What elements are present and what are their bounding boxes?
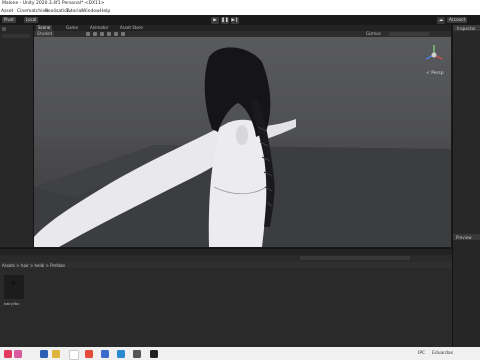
collab-button[interactable]: ☁	[437, 16, 445, 24]
pause-button[interactable]: ❚❚	[221, 16, 229, 24]
asset-preview-icon	[12, 281, 15, 285]
camera-icon[interactable]	[121, 32, 125, 36]
cloud-icon: ☁	[438, 17, 444, 23]
visibility-toggle-icon[interactable]	[114, 32, 118, 36]
unity-icon[interactable]	[150, 349, 158, 358]
os-taskbar: IPC Eduardas	[0, 347, 480, 360]
step-button[interactable]: ▶❙	[231, 16, 239, 24]
office-icon[interactable]	[85, 349, 93, 358]
scene-search-input[interactable]	[389, 32, 429, 36]
step-icon: ▶❙	[231, 17, 239, 23]
effects-toggle-icon[interactable]	[107, 32, 111, 36]
scene-viewport[interactable]: < Persp	[34, 37, 451, 247]
word-icon[interactable]	[101, 349, 109, 358]
asset-thumbnail[interactable]	[4, 275, 24, 299]
task-view-icon[interactable]	[40, 349, 48, 358]
menu-item-window[interactable]: Window	[82, 9, 100, 14]
pivot-label: Pivot	[4, 17, 14, 22]
menu-item-asset[interactable]: Asset	[1, 9, 13, 14]
project-panel: Assets > hair > heidi > Prefabs hairy.fb…	[0, 248, 452, 348]
breadcrumb-bar: Assets > hair > heidi > Prefabs	[0, 262, 452, 268]
lighting-toggle-icon[interactable]	[93, 32, 97, 36]
menu-bar: Asset Cinematchine Realisation Tutorial …	[0, 8, 480, 15]
menu-item-help[interactable]: Help	[100, 9, 110, 14]
account-dropdown[interactable]: Account	[447, 17, 468, 23]
menu-item-cinematchine[interactable]: Cinematchine	[17, 9, 48, 14]
window-title: Malone - Unity 2020.3.4f1 Personal* <DX1…	[2, 1, 105, 6]
project-tab-bar	[0, 249, 452, 255]
user-label: Eduardas	[432, 351, 454, 356]
preview-area	[453, 240, 480, 347]
window-titlebar: Malone - Unity 2020.3.4f1 Personal* <DX1…	[0, 0, 480, 8]
play-button[interactable]: ▶	[211, 16, 219, 24]
file-explorer-icon[interactable]	[52, 349, 60, 358]
hierarchy-search-input[interactable]	[2, 34, 30, 38]
edge-icon[interactable]	[117, 349, 125, 358]
local-toggle[interactable]: Local	[24, 17, 39, 23]
main-toolbar: Pivot Local ▶ ❚❚ ▶❙ ☁ Account	[0, 15, 480, 25]
browser-icon[interactable]	[69, 349, 79, 360]
start-icon[interactable]	[4, 349, 12, 358]
hierarchy-panel	[0, 25, 34, 247]
inspector-tab[interactable]: Inspector	[453, 25, 480, 31]
play-icon: ▶	[213, 17, 217, 23]
breadcrumb[interactable]: Assets > hair > heidi > Prefabs	[2, 263, 65, 268]
account-label: Account	[449, 17, 466, 22]
plus-icon[interactable]	[2, 27, 6, 31]
inspector-panel: Inspector Preview	[452, 25, 480, 347]
pivot-toggle[interactable]: Pivot	[2, 17, 16, 23]
locale-label: IPC	[418, 351, 426, 356]
local-label: Local	[26, 17, 37, 22]
project-search-input[interactable]	[300, 256, 410, 260]
2d-toggle-icon[interactable]	[86, 32, 90, 36]
inspector-tab-label: Inspector	[457, 25, 476, 31]
pause-icon: ❚❚	[221, 17, 229, 23]
audio-toggle-icon[interactable]	[100, 32, 104, 36]
app-icon-2[interactable]	[133, 349, 141, 358]
scene-gizmo	[425, 45, 443, 60]
asset-label: hairy.fbx	[4, 302, 19, 306]
preview-label: Preview	[456, 234, 472, 240]
app-icon-1[interactable]	[14, 349, 22, 358]
persp-label: < Persp	[426, 70, 444, 76]
menu-item-tutorial[interactable]: Tutorial	[66, 9, 83, 14]
scene-render: < Persp	[34, 45, 451, 247]
